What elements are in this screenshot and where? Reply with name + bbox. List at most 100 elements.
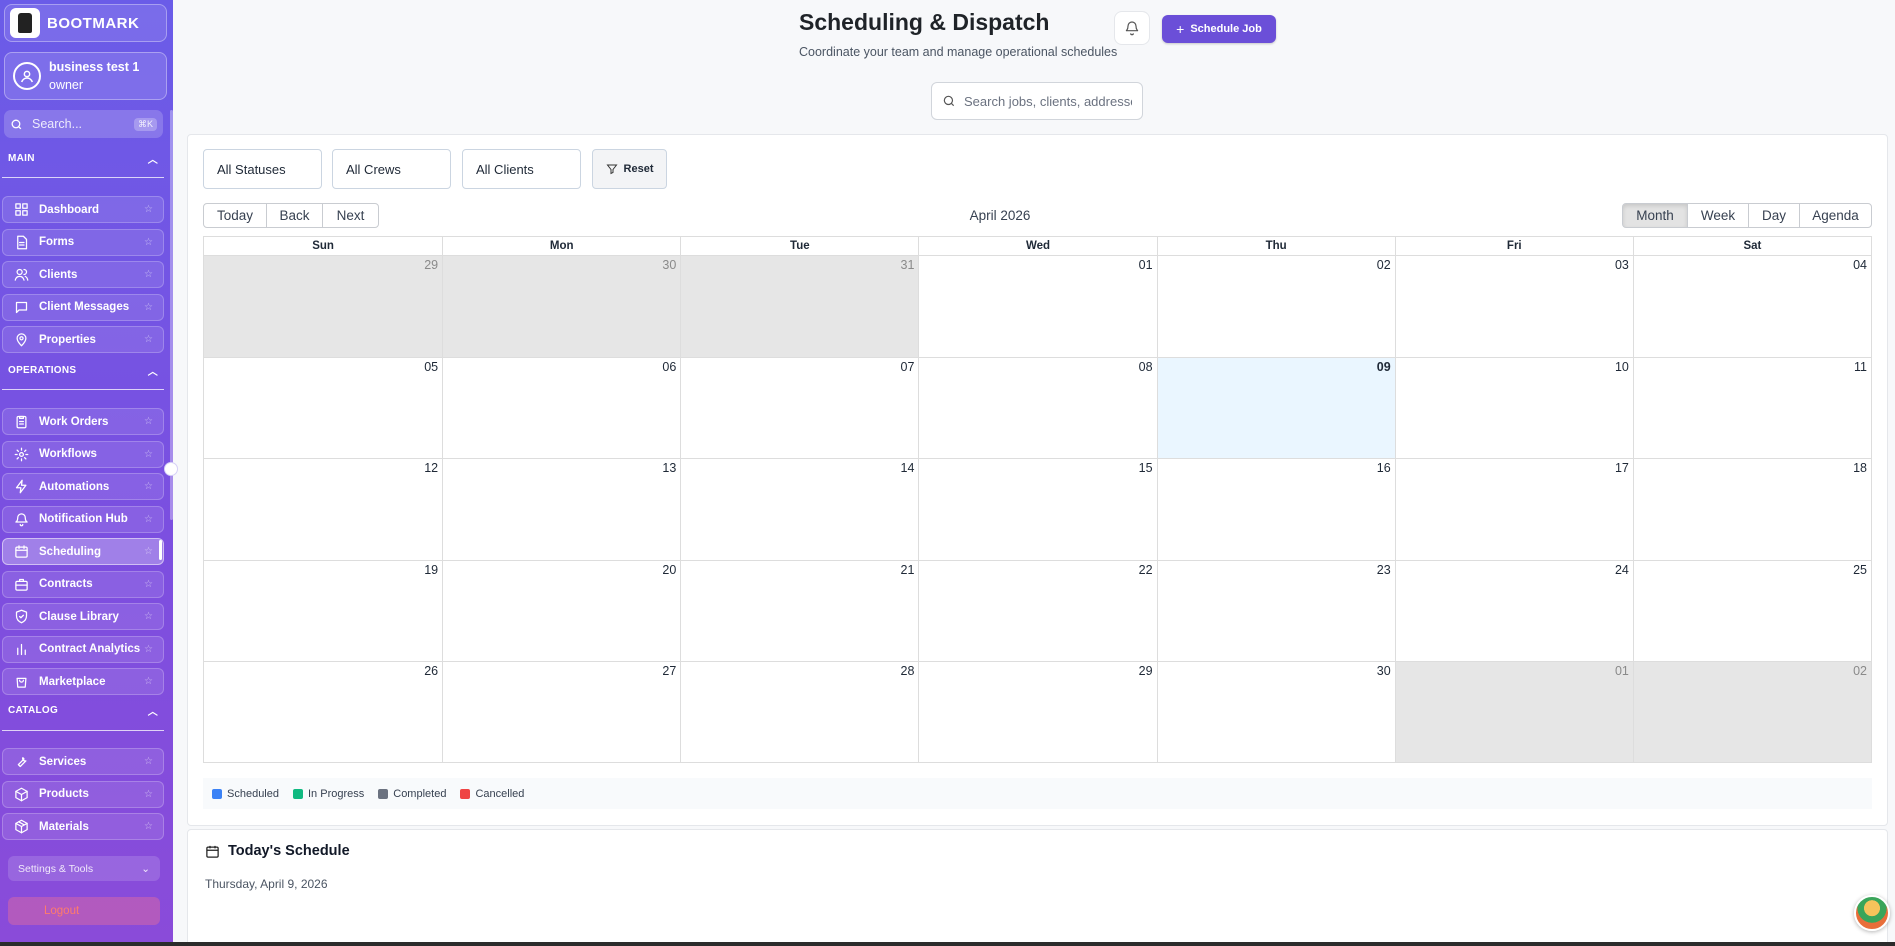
star-icon[interactable]: ☆	[144, 546, 153, 557]
schedule-job-button[interactable]: + Schedule Job	[1162, 15, 1276, 43]
sidebar-item-materials[interactable]: Materials ☆	[2, 813, 164, 840]
star-icon[interactable]: ☆	[144, 334, 153, 345]
section-catalog[interactable]: CATALOG ︿	[8, 703, 158, 718]
calendar-day[interactable]: 04	[1632, 256, 1871, 358]
view-month-button[interactable]: Month	[1622, 203, 1688, 228]
sidebar-item-contract-analytics[interactable]: Contract Analytics ☆	[2, 635, 164, 663]
star-icon[interactable]: ☆	[144, 514, 153, 525]
day-number[interactable]: 25	[1853, 563, 1867, 577]
day-number[interactable]: 02	[1853, 664, 1867, 678]
calendar-day[interactable]: 19	[204, 559, 443, 661]
calendar-day[interactable]: 29	[204, 256, 443, 358]
calendar-day[interactable]: 14	[680, 458, 919, 560]
sidebar-item-scheduling[interactable]: Scheduling ☆	[2, 538, 164, 565]
section-operations[interactable]: OPERATIONS ︿	[8, 363, 158, 378]
day-number[interactable]: 04	[1853, 258, 1867, 272]
sidebar-item-client-messages[interactable]: Client Messages ☆	[2, 293, 164, 321]
calendar-day[interactable]: 22	[918, 559, 1157, 661]
calendar-day[interactable]: 25	[1632, 559, 1871, 661]
day-number[interactable]: 29	[1139, 664, 1153, 678]
sidebar-item-work-orders[interactable]: Work Orders ☆	[2, 408, 164, 435]
sidebar-item-notification-hub[interactable]: Notification Hub ☆	[2, 505, 164, 533]
day-number[interactable]: 21	[901, 563, 915, 577]
star-icon[interactable]: ☆	[144, 204, 153, 215]
reset-filters-button[interactable]: Reset	[592, 149, 667, 189]
day-number[interactable]: 18	[1853, 461, 1867, 475]
day-number[interactable]: 13	[662, 461, 676, 475]
day-number[interactable]: 03	[1615, 258, 1629, 272]
calendar-day[interactable]: 28	[680, 660, 919, 762]
calendar-day[interactable]: 06	[442, 357, 681, 459]
day-number[interactable]: 05	[424, 360, 438, 374]
day-number[interactable]: 30	[662, 258, 676, 272]
calendar-day[interactable]: 07	[680, 357, 919, 459]
calendar-day[interactable]: 02	[1632, 660, 1871, 762]
day-number[interactable]: 01	[1139, 258, 1153, 272]
view-day-button[interactable]: Day	[1748, 203, 1800, 228]
calendar-day[interactable]: 20	[442, 559, 681, 661]
star-icon[interactable]: ☆	[144, 449, 153, 460]
star-icon[interactable]: ☆	[144, 676, 153, 687]
sidebar-scrollbar[interactable]	[170, 110, 173, 520]
calendar-day[interactable]: 29	[918, 660, 1157, 762]
back-button[interactable]: Back	[266, 203, 323, 228]
calendar-day[interactable]: 02	[1156, 256, 1395, 358]
day-number[interactable]: 17	[1615, 461, 1629, 475]
star-icon[interactable]: ☆	[144, 481, 153, 492]
day-number[interactable]: 15	[1139, 461, 1153, 475]
logout-button[interactable]: Logout	[8, 897, 160, 925]
calendar-day[interactable]: 05	[204, 357, 443, 459]
star-icon[interactable]: ☆	[144, 237, 153, 248]
client-filter[interactable]: All Clients	[462, 149, 581, 189]
star-icon[interactable]: ☆	[144, 611, 153, 622]
sidebar-collapse-handle[interactable]	[164, 462, 178, 476]
calendar-day[interactable]: 26	[204, 660, 443, 762]
calendar-day[interactable]: 21	[680, 559, 919, 661]
sidebar-item-workflows[interactable]: Workflows ☆	[2, 440, 164, 468]
sidebar-search[interactable]: Search... ⌘K	[4, 110, 163, 138]
star-icon[interactable]: ☆	[144, 644, 153, 655]
day-number[interactable]: 30	[1377, 664, 1391, 678]
calendar-day[interactable]: 08	[918, 357, 1157, 459]
calendar-day[interactable]: 30	[442, 256, 681, 358]
day-number[interactable]: 31	[901, 258, 915, 272]
day-number[interactable]: 10	[1615, 360, 1629, 374]
star-icon[interactable]: ☆	[144, 789, 153, 800]
star-icon[interactable]: ☆	[144, 302, 153, 313]
section-main[interactable]: MAIN ︿	[8, 151, 158, 166]
floating-assistant-avatar[interactable]	[1854, 895, 1890, 931]
calendar-day-today[interactable]: 09	[1156, 357, 1395, 459]
day-number[interactable]: 22	[1139, 563, 1153, 577]
day-number[interactable]: 07	[901, 360, 915, 374]
calendar-day[interactable]: 18	[1632, 458, 1871, 560]
today-button[interactable]: Today	[203, 203, 267, 228]
calendar-day[interactable]: 17	[1394, 458, 1633, 560]
day-number[interactable]: 02	[1377, 258, 1391, 272]
view-agenda-button[interactable]: Agenda	[1799, 203, 1872, 228]
notifications-button[interactable]	[1114, 11, 1150, 45]
job-search[interactable]	[931, 82, 1143, 120]
day-number[interactable]: 23	[1377, 563, 1391, 577]
sidebar-item-automations[interactable]: Automations ☆	[2, 473, 164, 500]
day-number[interactable]: 01	[1615, 664, 1629, 678]
calendar-day[interactable]: 15	[918, 458, 1157, 560]
status-filter[interactable]: All Statuses	[203, 149, 322, 189]
star-icon[interactable]: ☆	[144, 756, 153, 767]
day-number[interactable]: 26	[424, 664, 438, 678]
day-number[interactable]: 06	[662, 360, 676, 374]
star-icon[interactable]: ☆	[144, 579, 153, 590]
calendar-day[interactable]: 24	[1394, 559, 1633, 661]
calendar-day[interactable]: 13	[442, 458, 681, 560]
day-number[interactable]: 19	[424, 563, 438, 577]
search-input[interactable]	[964, 93, 1132, 109]
star-icon[interactable]: ☆	[144, 269, 153, 280]
brand[interactable]: BOOTMARK	[4, 4, 167, 42]
day-number[interactable]: 08	[1139, 360, 1153, 374]
sidebar-item-forms[interactable]: Forms ☆	[2, 228, 164, 256]
sidebar-item-services[interactable]: Services ☆	[2, 748, 164, 775]
next-button[interactable]: Next	[322, 203, 379, 228]
user-card[interactable]: business test 1 owner	[4, 52, 167, 100]
star-icon[interactable]: ☆	[144, 416, 153, 427]
day-number[interactable]: 29	[424, 258, 438, 272]
day-number[interactable]: 09	[1377, 360, 1391, 374]
